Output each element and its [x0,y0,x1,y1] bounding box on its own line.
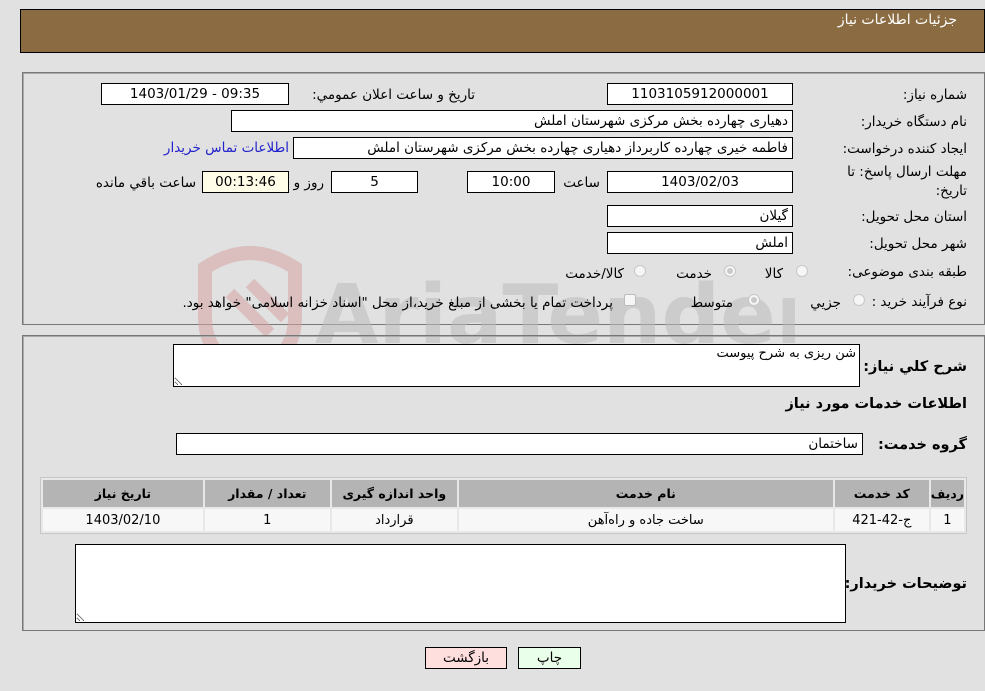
days-remaining-field: 5 [331,171,418,193]
announce-datetime-field: 1403/01/29 - 09:35 [101,83,289,105]
purchase-option-minor: جزيي [810,295,841,311]
time-remaining-label: ساعت باقي مانده [95,175,196,191]
buyer-notes-textarea[interactable] [75,544,846,623]
col-unit: واحد اندازه گیری [331,480,457,507]
table-row: 1 ج-42-421 ساخت جاده و راه‌آهن قرارداد 1… [43,509,964,531]
col-service-name: نام خدمت [458,480,833,507]
print-button[interactable]: چاپ [518,647,581,669]
buyer-org-field: دهیاری چهارده بخش مرکزی شهرستان املش [231,110,793,132]
purchase-option-medium: متوسط [690,295,733,311]
requester-label: ایجاد کننده درخواست: [842,141,967,157]
treasury-note: پرداخت تمام یا بخشی از مبلغ خرید،از محل … [182,295,613,311]
back-button[interactable]: بازگشت [425,647,507,669]
purchase-type-label: نوع فرآیند خرید : [871,294,967,310]
cell-quantity: 1 [204,509,330,531]
cell-service-code: ج-42-421 [834,509,929,531]
buyer-contact-link[interactable]: اطلاعات تماس خریدار [164,140,289,156]
purchase-radio-minor[interactable] [853,294,865,306]
category-radio-goods[interactable] [796,265,808,277]
services-table: ردیف کد خدمت نام خدمت واحد اندازه گیری ت… [40,477,967,534]
announce-datetime-label: تاریخ و ساعت اعلان عمومي: [312,87,475,103]
cell-row-number: 1 [930,509,964,531]
deadline-time-field: 10:00 [467,171,555,193]
cell-need-date: 1403/02/10 [43,509,203,531]
need-number-label: شماره نیاز: [902,87,967,103]
deadline-label: مهلت ارسال پاسخ: تا [847,164,967,180]
col-service-code: کد خدمت [834,480,929,507]
deadline-label-date: تاریخ: [935,183,967,199]
province-label: استان محل تحویل: [861,209,967,225]
treasury-checkbox[interactable] [624,294,636,306]
category-radio-goods-service[interactable] [634,265,646,277]
col-need-date: تاریخ نیاز [43,480,203,507]
requester-field: فاطمه خیری چهارده کاربرداز دهیاری چهارده… [293,137,793,159]
time-remaining-field: 00:13:46 [202,171,289,193]
col-row-number: ردیف [930,480,964,507]
page-title: جزئیات اطلاعات نیاز [837,12,957,28]
service-group-label: گروه خدمت: [877,437,967,453]
province-field: گیلان [607,205,793,227]
description-textarea[interactable]: شن ریزی به شرح پیوست [173,344,860,387]
description-label: شرح کلي نیاز: [863,359,967,375]
service-group-field: ساختمان [176,433,863,455]
category-option-goods-service: کالا/خدمت [565,266,624,282]
purchase-radio-medium[interactable] [748,294,760,306]
deadline-date-field: 1403/02/03 [607,171,793,193]
services-section-title: اطلاعات خدمات مورد نیاز [785,396,967,412]
buyer-notes-label: توضیحات خریدار: [844,576,967,592]
deadline-time-label: ساعت [563,175,600,191]
days-label: روز و [293,175,324,191]
need-number-field: 1103105912000001 [607,83,793,105]
cell-unit: قرارداد [331,509,457,531]
category-label: طبقه بندی موضوعی: [847,264,967,280]
col-quantity: تعداد / مقدار [204,480,330,507]
cell-service-name: ساخت جاده و راه‌آهن [458,509,833,531]
city-label: شهر محل تحویل: [869,236,967,252]
buyer-org-label: نام دستگاه خریدار: [860,114,967,130]
table-header-row: ردیف کد خدمت نام خدمت واحد اندازه گیری ت… [43,480,964,507]
category-option-service: خدمت [676,266,712,282]
category-radio-service[interactable] [724,265,736,277]
city-field: املش [607,232,793,254]
category-option-goods: کالا [764,266,783,282]
